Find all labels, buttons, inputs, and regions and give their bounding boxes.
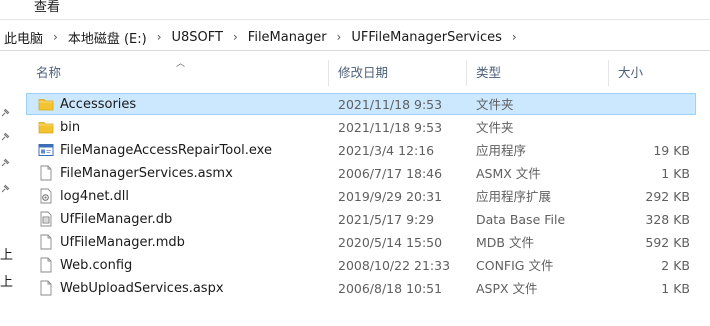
file-name: WebUploadServices.aspx: [60, 281, 224, 296]
pin-icon[interactable]: [0, 184, 10, 194]
file-row[interactable]: bin 2021/11/18 9:53 文件夹: [26, 116, 696, 138]
file-row[interactable]: log4net.dll 2019/9/29 20:31 应用程序扩展 292 KB: [26, 185, 696, 207]
file-size: 328 KB: [645, 212, 690, 227]
address-bar[interactable]: 此电脑 › 本地磁盘 (E:) › U8SOFT › FileManager › UFFileM…: [0, 24, 710, 51]
file-modified-date: 2006/7/17 18:46: [338, 166, 443, 181]
breadcrumb-item[interactable]: FileManager: [248, 30, 327, 45]
file-name: FileManagerServices.asmx: [60, 166, 233, 181]
file-name: FileManageAccessRepairTool.exe: [60, 143, 272, 158]
column-header-name[interactable]: 名称: [26, 58, 328, 86]
file-size: 1 KB: [661, 166, 690, 181]
file-size: 592 KB: [645, 235, 690, 250]
file-name: Accessories: [60, 97, 137, 112]
file-type: 文件夹: [476, 120, 514, 135]
folder-icon: [38, 99, 54, 111]
file-row[interactable]: UfFileManager.db 2021/5/17 9:29 Data Base …: [26, 208, 696, 230]
file-modified-date: 2019/9/29 20:31: [338, 189, 443, 204]
file-type: 应用程序: [476, 143, 527, 158]
file-modified-date: 2008/10/22 21:33: [338, 258, 451, 273]
file-type: MDB 文件: [476, 235, 534, 250]
file-modified-date: 2006/8/18 10:51: [338, 281, 443, 296]
document-icon: [40, 234, 52, 250]
file-type: ASPX 文件: [476, 281, 538, 296]
document-icon: [40, 257, 52, 273]
exe-icon: [38, 144, 54, 156]
document-icon: [40, 280, 52, 296]
menu-view[interactable]: 查看: [34, 0, 60, 15]
file-size: 19 KB: [653, 143, 690, 158]
dll-icon: [40, 188, 52, 204]
folder-icon: [38, 122, 54, 134]
chevron-right-icon[interactable]: ›: [53, 31, 58, 43]
document-icon: [40, 165, 52, 181]
file-row[interactable]: WebUploadServices.aspx 2006/8/18 10:51 ASP…: [26, 277, 696, 299]
breadcrumb-item[interactable]: 此电脑: [4, 28, 43, 47]
file-name: UfFileManager.db: [60, 212, 173, 227]
file-type: Data Base File: [476, 212, 566, 227]
file-modified-date: 2021/11/18 9:53: [338, 97, 443, 112]
file-row[interactable]: UfFileManager.mdb 2020/5/14 15:50 MDB 文件 59…: [26, 231, 696, 253]
file-size: 2 KB: [661, 258, 690, 273]
file-name: bin: [60, 120, 81, 135]
file-name: Web.config: [60, 258, 133, 273]
column-header-type[interactable]: 类型: [466, 58, 608, 86]
file-modified-date: 2021/3/4 12:16: [338, 143, 435, 158]
chevron-right-icon[interactable]: ›: [337, 31, 342, 43]
column-header-date[interactable]: 修改日期: [328, 58, 466, 86]
file-type: ASMX 文件: [476, 166, 541, 181]
column-header-size[interactable]: 大小: [608, 58, 696, 86]
file-row[interactable]: Accessories 2021/11/18 9:53 文件夹: [26, 93, 696, 115]
file-type: 文件夹: [476, 97, 514, 112]
file-modified-date: 2021/11/18 9:53: [338, 120, 443, 135]
vertical-scrollbar[interactable]: [696, 86, 710, 326]
file-row[interactable]: Web.config 2008/10/22 21:33 CONFIG 文件 2 KB: [26, 254, 696, 276]
pin-icon[interactable]: [0, 158, 10, 168]
file-size: 292 KB: [645, 189, 690, 204]
file-modified-date: 2021/5/17 9:29: [338, 212, 435, 227]
database-file-icon: [40, 211, 52, 227]
file-type: 应用程序扩展: [476, 189, 552, 204]
column-header-row: ︿ 名称 修改日期 类型 大小: [26, 58, 696, 86]
nav-item-label[interactable]: 上: [0, 271, 13, 290]
chevron-right-icon[interactable]: ›: [512, 31, 517, 43]
file-size: 1 KB: [661, 281, 690, 296]
file-type: CONFIG 文件: [476, 258, 554, 273]
ribbon-menu-bar: 查看: [0, 0, 710, 20]
file-name: log4net.dll: [60, 189, 130, 204]
breadcrumb-item[interactable]: 本地磁盘 (E:): [68, 28, 147, 47]
pin-icon[interactable]: [0, 132, 10, 142]
pin-icon[interactable]: [0, 108, 10, 118]
navigation-pane: 上 上: [0, 51, 20, 326]
nav-item-label[interactable]: 上: [0, 244, 13, 263]
chevron-right-icon[interactable]: ›: [157, 31, 162, 43]
file-modified-date: 2020/5/14 15:50: [338, 235, 443, 250]
breadcrumb: 此电脑 › 本地磁盘 (E:) › U8SOFT › FileManager › UFFileM…: [4, 28, 527, 47]
breadcrumb-item[interactable]: UFFileManagerServices: [351, 30, 502, 45]
ribbon-divider: [0, 19, 710, 20]
chevron-right-icon[interactable]: ›: [233, 31, 238, 43]
file-row[interactable]: FileManagerServices.asmx 2006/7/17 18:46 A…: [26, 162, 696, 184]
breadcrumb-item[interactable]: U8SOFT: [172, 30, 223, 45]
file-row[interactable]: FileManageAccessRepairTool.exe 2021/3/4 1…: [26, 139, 696, 161]
file-name: UfFileManager.mdb: [60, 235, 185, 250]
